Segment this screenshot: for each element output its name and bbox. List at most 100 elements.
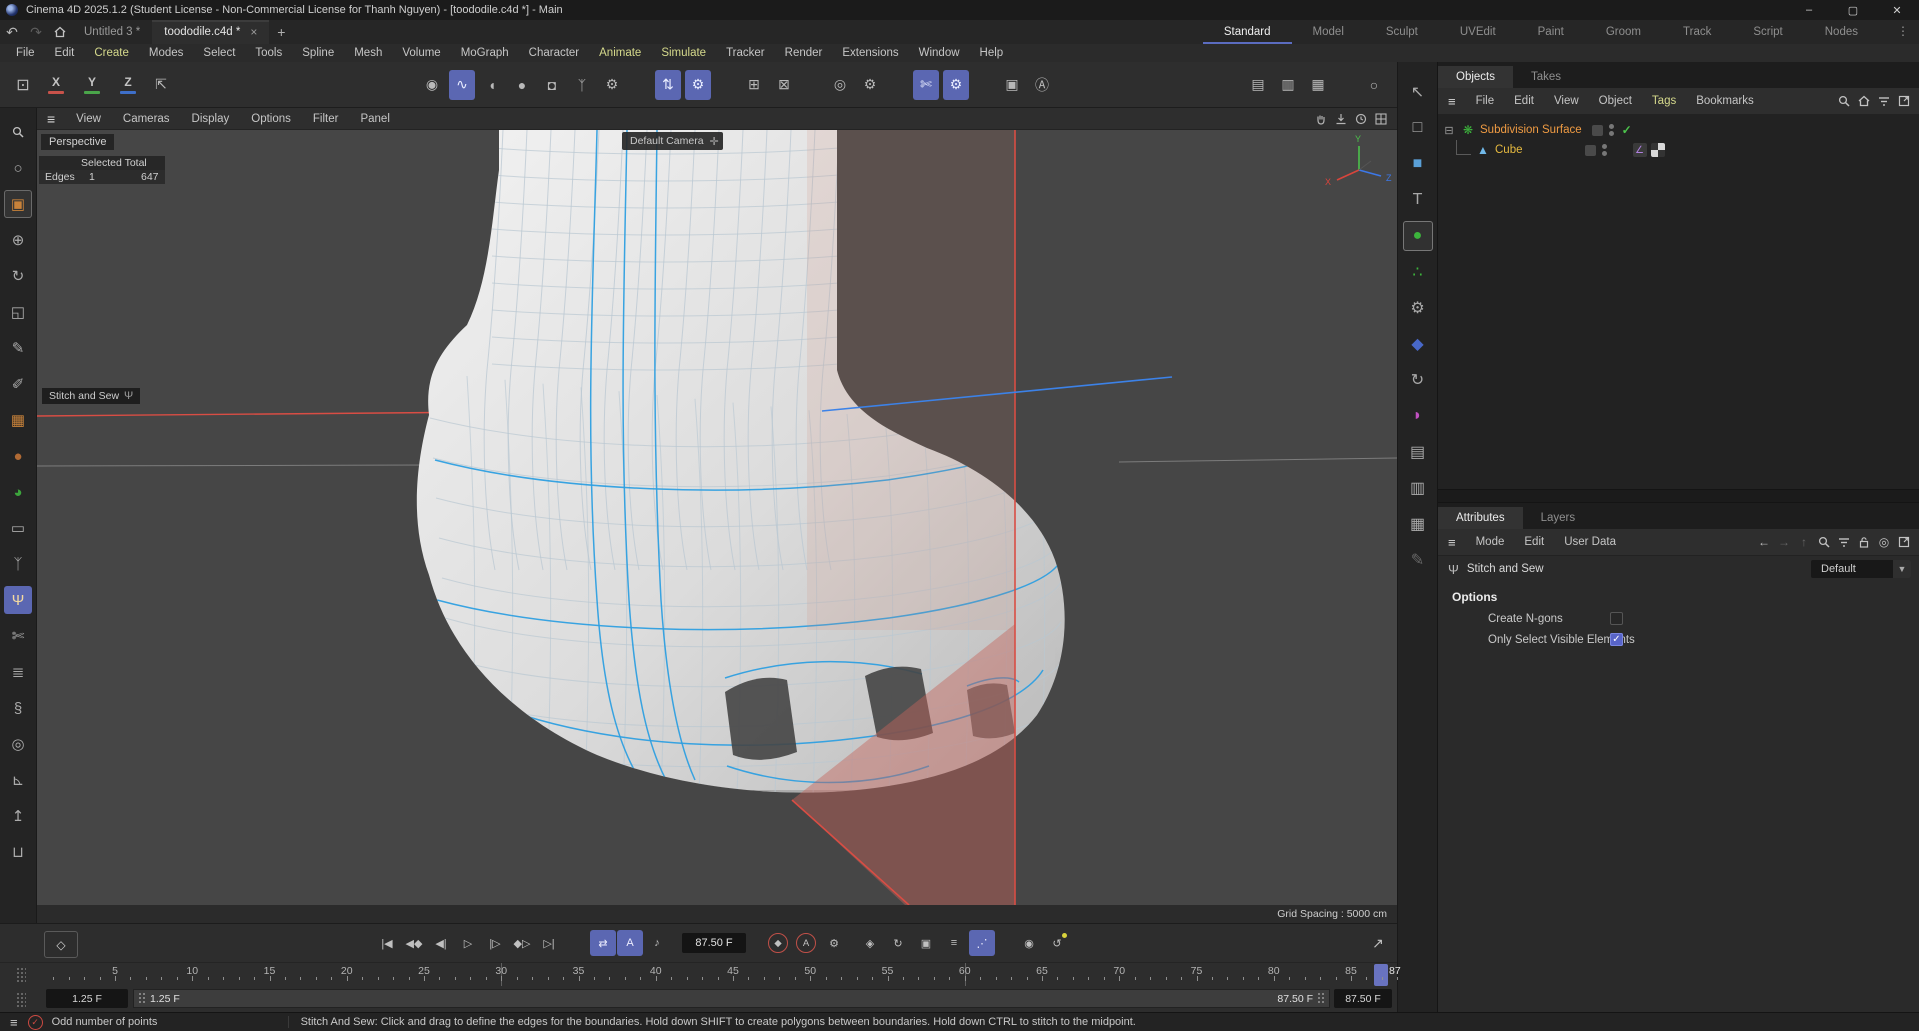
menu-modes[interactable]: Modes <box>139 47 194 59</box>
material-sphere-icon[interactable]: ◕ <box>4 478 32 506</box>
view-label[interactable]: Perspective <box>41 134 114 150</box>
menu-select[interactable]: Select <box>193 47 245 59</box>
render-view-icon[interactable]: ◉ <box>419 70 445 100</box>
cube-manager-icon[interactable]: ■ <box>1403 149 1433 179</box>
workplane-icon[interactable]: ◎ <box>827 70 853 100</box>
uv-tag-icon[interactable] <box>1651 143 1665 157</box>
objects-burger-icon[interactable]: ≡ <box>1438 94 1466 109</box>
document-tab-1[interactable]: toododile.c4d *× <box>152 20 269 44</box>
tree-row-subdivision-surface[interactable]: ⊟ ❋ Subdivision Surface ✓ <box>1438 120 1919 140</box>
panel-splitter[interactable] <box>1438 489 1919 503</box>
tab-takes[interactable]: Takes <box>1513 66 1579 88</box>
objects-menu-view[interactable]: View <box>1544 95 1589 107</box>
layout-overflow-icon[interactable]: ⋮ <box>1897 24 1909 38</box>
layout-tab-script[interactable]: Script <box>1732 20 1803 44</box>
layout-tab-groom[interactable]: Groom <box>1585 20 1662 44</box>
annotate-pen-icon[interactable]: ✎ <box>1403 545 1433 575</box>
history-clock-icon[interactable] <box>1351 110 1371 128</box>
menu-extensions[interactable]: Extensions <box>832 47 908 59</box>
viewport-menu-view[interactable]: View <box>65 113 112 125</box>
menu-mesh[interactable]: Mesh <box>344 47 392 59</box>
popout-icon[interactable] <box>1895 533 1913 551</box>
menu-tracker[interactable]: Tracker <box>716 47 775 59</box>
range-slider[interactable]: 1.25 F 87.50 F <box>133 989 1330 1008</box>
editor-enable-icon[interactable] <box>1592 125 1603 136</box>
parent-up-icon[interactable]: ↑ <box>1795 533 1813 551</box>
tree-row-cube[interactable]: ▲ Cube ∠ <box>1438 140 1919 160</box>
motion-record-button[interactable]: ↺ <box>1044 930 1070 956</box>
layout-tab-standard[interactable]: Standard <box>1203 20 1292 44</box>
tab-close-icon[interactable]: × <box>250 25 257 39</box>
options-section-header[interactable]: Options <box>1438 582 1919 608</box>
status-burger-icon[interactable]: ≡ <box>0 1015 28 1030</box>
axis-lock-y[interactable]: Y <box>80 71 104 99</box>
record-keyframe-button[interactable]: ◆ <box>765 930 791 956</box>
pointer-manager-icon[interactable]: ↖ <box>1403 77 1433 107</box>
rectangle-selection-icon[interactable]: ▣ <box>4 190 32 218</box>
scene-nodes-icon[interactable]: ∴ <box>1403 257 1433 287</box>
character-rig-icon[interactable]: ᛉ <box>4 550 32 578</box>
prev-key-button[interactable]: ◀◆ <box>401 930 427 956</box>
polygon-tool-icon[interactable]: ▦ <box>4 406 32 434</box>
knife-tool-icon[interactable]: ✄ <box>4 622 32 650</box>
menu-help[interactable]: Help <box>970 47 1014 59</box>
annotate-lock-icon[interactable]: Ⓐ <box>1029 70 1055 100</box>
attributes-burger-icon[interactable]: ≡ <box>1438 535 1466 550</box>
attributes-menu-mode[interactable]: Mode <box>1466 536 1515 548</box>
layout-tab-sculpt[interactable]: Sculpt <box>1365 20 1439 44</box>
cut-tool-icon[interactable]: ✄ <box>913 70 939 100</box>
search-icon[interactable] <box>1815 533 1833 551</box>
new-tab-button[interactable]: + <box>269 24 293 40</box>
current-frame-field[interactable]: 87.50 F <box>682 933 746 953</box>
undo-icon[interactable]: ↶ <box>0 21 24 43</box>
search-icon[interactable] <box>1835 92 1853 110</box>
move-tool-icon[interactable]: ⊕ <box>4 226 32 254</box>
keyframe-settings-gear-icon[interactable]: ⚙ <box>821 930 847 956</box>
record-playback-button[interactable]: ◉ <box>1016 930 1042 956</box>
axis-modify-icon[interactable]: ⇱ <box>148 70 174 100</box>
key-pla-toggle[interactable]: ⋰ <box>969 930 995 956</box>
keyframe-palette-button[interactable]: ◇ <box>44 931 78 958</box>
popout-icon[interactable] <box>1895 92 1913 110</box>
menu-edit[interactable]: Edit <box>45 47 85 59</box>
viewport-menu-options[interactable]: Options <box>240 113 302 125</box>
half-sphere-icon[interactable]: ◖ <box>479 70 505 100</box>
render-settings-manager-icon[interactable]: ▥ <box>1403 473 1433 503</box>
layout-split-icon[interactable]: ▥ <box>1275 70 1301 100</box>
preset-dropdown[interactable]: Default ▼ <box>1811 560 1911 578</box>
maximize-button[interactable]: ▢ <box>1831 0 1875 20</box>
viewport-menu-panel[interactable]: Panel <box>349 113 400 125</box>
simulation-gear-icon[interactable]: ⚙ <box>1403 293 1433 323</box>
viewport[interactable]: ≡ ViewCamerasDisplayOptionsFilterPanel <box>37 108 1397 923</box>
range-start-field[interactable]: 1.25 F <box>46 989 128 1008</box>
attributes-menu-user-data[interactable]: User Data <box>1554 536 1626 548</box>
live-selection-icon[interactable]: ○ <box>4 154 32 182</box>
document-tab-0[interactable]: Untitled 3 * <box>72 20 152 44</box>
lock-icon[interactable] <box>1855 533 1873 551</box>
menu-window[interactable]: Window <box>909 47 970 59</box>
history-forward-icon[interactable]: → <box>1775 533 1793 551</box>
loop-toggle[interactable]: ⇄ <box>590 930 616 956</box>
play-mode-toggle[interactable]: A <box>617 930 643 956</box>
palette-icon[interactable]: ⊡ <box>10 70 36 100</box>
shape-manager-icon[interactable]: □ <box>1403 113 1433 143</box>
chevron-down-icon[interactable]: ▼ <box>1893 560 1911 578</box>
menu-file[interactable]: File <box>6 47 45 59</box>
frame-tool-icon[interactable]: ▭ <box>4 514 32 542</box>
object-label[interactable]: Cube <box>1495 144 1523 156</box>
camera-move-icon[interactable]: ✛ <box>710 135 719 148</box>
camera-label[interactable]: Default Camera ✛ <box>622 132 723 150</box>
sync-circle-icon[interactable]: ○ <box>1361 70 1387 100</box>
coordinates-icon[interactable]: ◆ <box>1403 329 1433 359</box>
tab-layers[interactable]: Layers <box>1523 507 1594 529</box>
sketch-tool-icon[interactable]: ✐ <box>4 370 32 398</box>
camera-box-icon[interactable]: ▣ <box>999 70 1025 100</box>
text-manager-icon[interactable]: T <box>1403 185 1433 215</box>
visibility-dots[interactable] <box>1602 144 1607 156</box>
clay-sphere-icon[interactable]: ● <box>4 442 32 470</box>
redo-icon[interactable]: ↷ <box>24 21 48 43</box>
fcurve-icon[interactable]: ↗ <box>1366 931 1390 955</box>
workplane-gear-icon[interactable]: ⚙ <box>857 70 883 100</box>
layout-tab-nodes[interactable]: Nodes <box>1804 20 1879 44</box>
layout-quad-icon[interactable]: ▦ <box>1305 70 1331 100</box>
